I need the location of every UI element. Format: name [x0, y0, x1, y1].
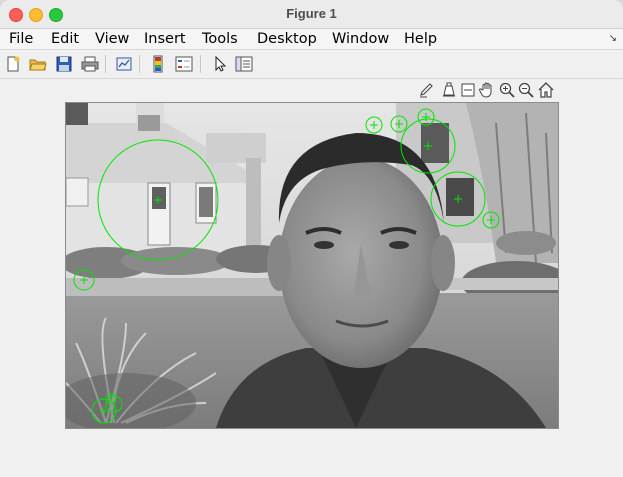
property-inspector-button[interactable]	[234, 54, 254, 74]
menu-tools[interactable]: Tools	[202, 31, 238, 47]
link-plot-button[interactable]	[114, 54, 134, 74]
property-inspector-icon	[235, 56, 253, 72]
zoom-in-button[interactable]	[498, 81, 516, 99]
arrow-pointer-icon	[215, 55, 227, 72]
image-axes[interactable]	[65, 102, 559, 429]
edit-plot-button[interactable]	[210, 54, 230, 74]
printer-icon	[81, 56, 99, 72]
figure-window: Figure 1 File Edit View Insert Tools Des…	[0, 0, 623, 477]
menu-bar: File Edit View Insert Tools Desktop Wind…	[0, 29, 623, 50]
toolbar-separator	[139, 55, 140, 73]
insert-colorbar-button[interactable]	[148, 54, 168, 74]
brush-button[interactable]	[418, 81, 436, 99]
toolbar-separator	[105, 55, 106, 73]
menubar-overflow-icon[interactable]: ↘	[609, 33, 617, 44]
new-figure-button[interactable]	[3, 54, 23, 74]
menu-edit[interactable]: Edit	[51, 31, 79, 47]
folder-open-icon	[29, 59, 47, 71]
menu-desktop[interactable]: Desktop	[257, 31, 317, 47]
save-button[interactable]	[54, 54, 74, 74]
new-file-icon	[7, 56, 20, 72]
grayscale-photo	[66, 103, 558, 428]
menu-window[interactable]: Window	[332, 31, 389, 47]
insert-legend-button[interactable]	[174, 54, 194, 74]
menu-view[interactable]: View	[95, 31, 129, 47]
figure-toolbar	[0, 50, 623, 79]
pan-button[interactable]	[478, 81, 496, 99]
open-file-button[interactable]	[28, 54, 48, 74]
toolbar-separator	[200, 55, 201, 73]
brush-icon	[420, 83, 433, 98]
print-button[interactable]	[80, 54, 100, 74]
rotate-button[interactable]	[459, 81, 477, 99]
zoom-in-icon	[499, 82, 515, 98]
colorbar-icon	[153, 55, 163, 73]
menu-help[interactable]: Help	[404, 31, 437, 47]
rotate-3d-icon	[461, 83, 475, 97]
data-tip-icon	[443, 82, 455, 97]
menu-file[interactable]: File	[9, 31, 33, 47]
link-plot-icon	[116, 57, 132, 71]
title-bar: Figure 1	[0, 0, 623, 29]
restore-view-button[interactable]	[537, 81, 555, 99]
home-icon	[538, 82, 554, 98]
menu-insert[interactable]: Insert	[144, 31, 186, 47]
window-title: Figure 1	[286, 6, 337, 21]
hand-pan-icon	[479, 82, 492, 98]
data-tips-button[interactable]	[440, 81, 458, 99]
zoom-out-icon	[518, 82, 534, 98]
legend-icon	[175, 56, 193, 72]
floppy-disk-icon	[56, 56, 72, 72]
house	[66, 103, 266, 253]
zoom-out-button[interactable]	[517, 81, 535, 99]
